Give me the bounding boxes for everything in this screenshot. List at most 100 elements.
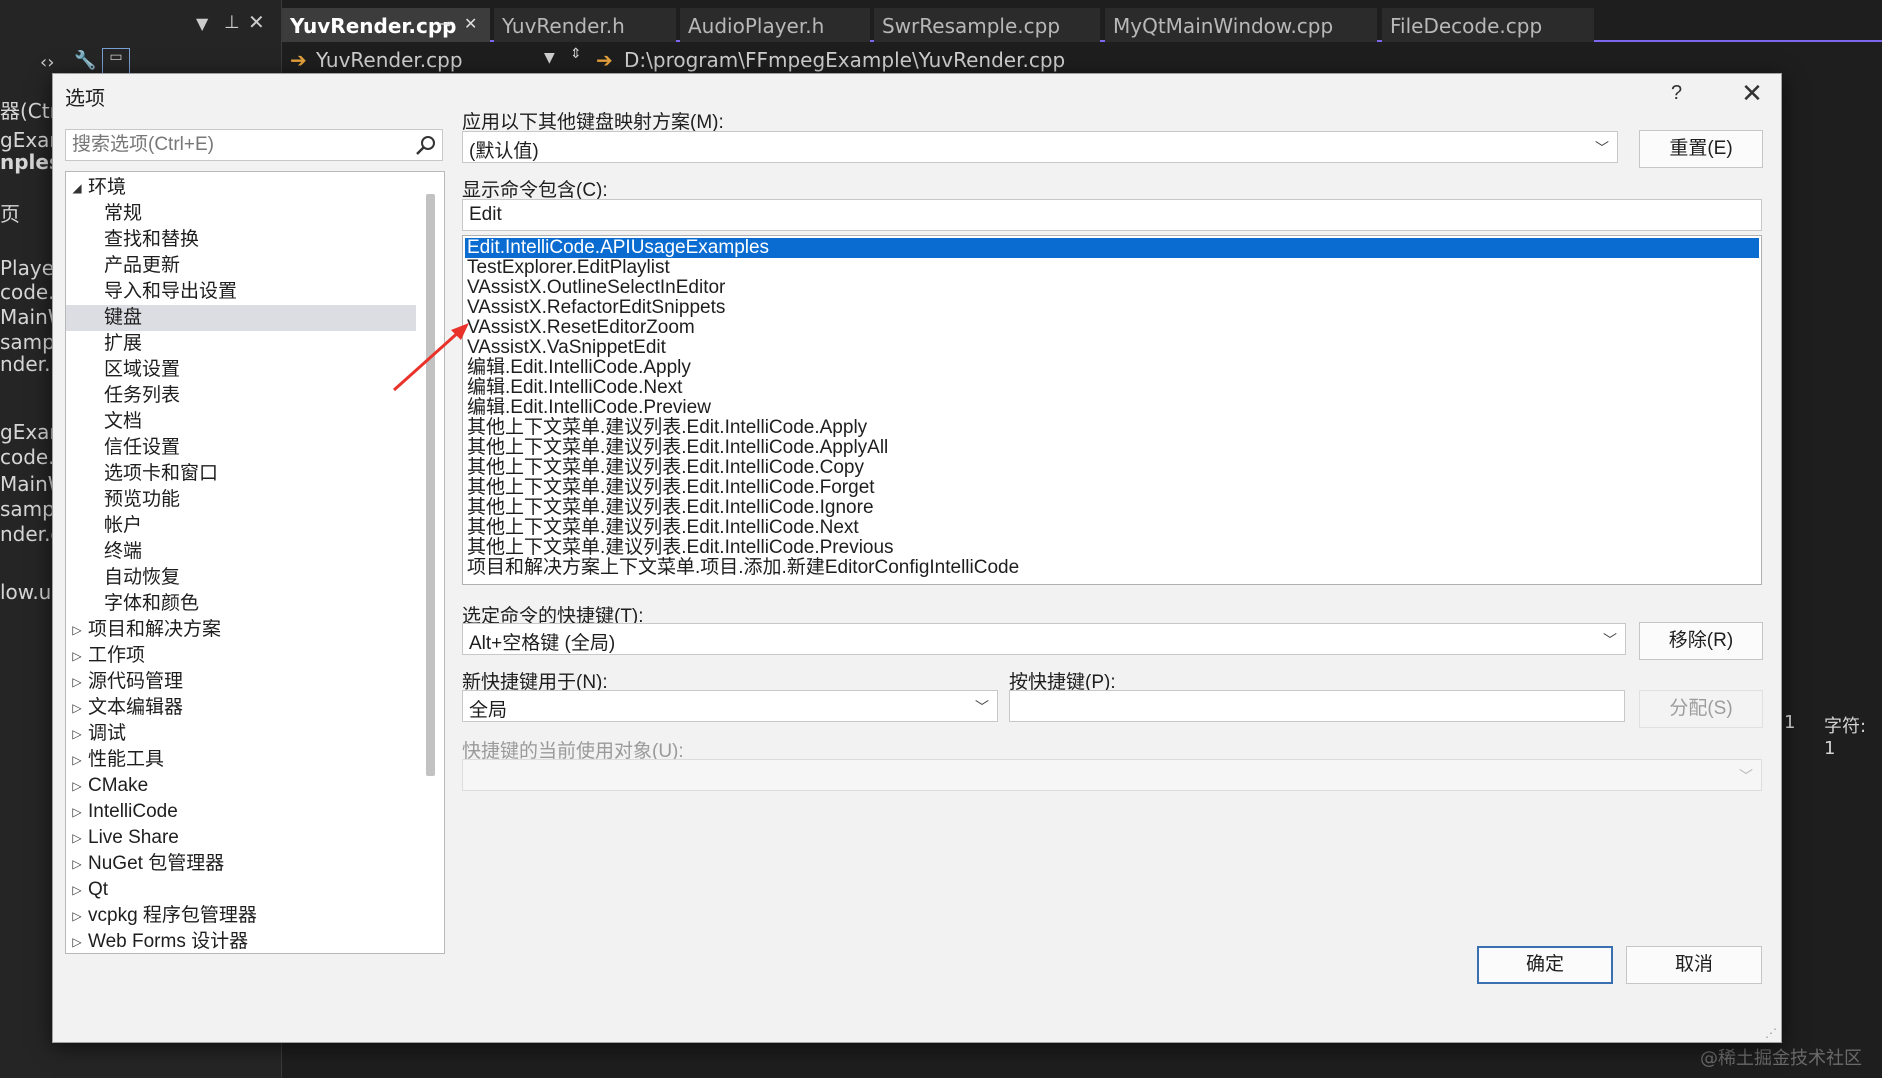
tree-item[interactable]: 终端 [66, 539, 416, 565]
command-item[interactable]: VAssistX.RefactorEditSnippets [465, 298, 1759, 318]
command-item[interactable]: 其他上下文菜单.建议列表.Edit.IntelliCode.Ignore [465, 498, 1759, 518]
close-icon[interactable]: ✕ [1737, 78, 1767, 108]
tree-category[interactable]: ▷ IntelliCode [66, 799, 416, 825]
tree-item[interactable]: 常规 [66, 201, 416, 227]
tree-item[interactable]: 帐户 [66, 513, 416, 539]
press-keys-input[interactable] [1016, 695, 1618, 717]
tree-scrollbar[interactable] [426, 194, 435, 776]
cancel-button[interactable]: 取消 [1626, 946, 1762, 984]
command-item[interactable]: 编辑.Edit.IntelliCode.Preview [465, 398, 1759, 418]
pin-icon[interactable]: ⊥ [224, 12, 240, 33]
tree-category[interactable]: ▷ Qt [66, 877, 416, 903]
command-item[interactable]: 其他上下文菜单.建议列表.Edit.IntelliCode.Apply [465, 418, 1759, 438]
command-item[interactable]: VAssistX.VaSnippetEdit [465, 338, 1759, 358]
collapsed-arrow-icon[interactable]: ▷ [70, 643, 84, 669]
tree-item[interactable]: 导入和导出设置 [66, 279, 416, 305]
nav-splitter-icon[interactable]: ⇕ [570, 46, 582, 62]
ok-button[interactable]: 确定 [1477, 946, 1613, 984]
help-button[interactable]: ? [1671, 82, 1682, 105]
tree-category[interactable]: ▷ Web Forms 设计器 [66, 929, 416, 953]
tree-category[interactable]: ▷ 工作项 [66, 643, 416, 669]
tree-item[interactable]: 产品更新 [66, 253, 416, 279]
tree-item[interactable]: 预览功能 [66, 487, 416, 513]
collapsed-arrow-icon[interactable]: ▷ [70, 773, 84, 799]
resize-grip-icon[interactable]: ⋰ [1765, 1026, 1777, 1040]
command-item[interactable]: 编辑.Edit.IntelliCode.Next [465, 378, 1759, 398]
show-commands-input[interactable] [469, 204, 1755, 226]
expanded-arrow-icon[interactable]: ◢ [70, 175, 84, 201]
tree-item[interactable]: 文档 [66, 409, 416, 435]
panel-dropdown-icon[interactable]: ▼ [196, 14, 208, 33]
tree-category[interactable]: ◢ 环境 [66, 175, 416, 201]
new-shortcut-scope-select[interactable]: 全局 ﹀ [462, 690, 998, 722]
tree-category[interactable]: ▷ Live Share [66, 825, 416, 851]
solution-explorer-item[interactable]: 页 [0, 198, 20, 227]
tree-category[interactable]: ▷ 调试 [66, 721, 416, 747]
tree-item[interactable]: 选项卡和窗口 [66, 461, 416, 487]
shortcut-select[interactable]: Alt+空格键 (全局) ﹀ [462, 623, 1626, 655]
wrench-icon[interactable]: 🔧 [74, 50, 96, 71]
collapsed-arrow-icon[interactable]: ▷ [70, 747, 84, 773]
tree-item[interactable]: 字体和颜色 [66, 591, 416, 617]
editor-tab[interactable]: AudioPlayer.h [680, 8, 870, 42]
command-item[interactable]: TestExplorer.EditPlaylist [465, 258, 1759, 278]
editor-tab[interactable]: SwrResample.cpp [874, 8, 1100, 42]
tree-category[interactable]: ▷ CMake [66, 773, 416, 799]
tree-category[interactable]: ▷ 性能工具 [66, 747, 416, 773]
editor-tab[interactable]: MyQtMainWindow.cpp [1105, 8, 1377, 42]
collapsed-arrow-icon[interactable]: ▷ [70, 617, 84, 643]
remove-button[interactable]: 移除(R) [1639, 622, 1763, 660]
command-item[interactable]: 项目和解决方案上下文菜单.项目.添加.新建EditorConfigIntelli… [465, 558, 1759, 578]
tab-pin-icon[interactable]: ⊸ [438, 14, 451, 33]
reset-button[interactable]: 重置(E) [1639, 130, 1763, 168]
search-input[interactable] [66, 130, 406, 160]
collapsed-arrow-icon[interactable]: ▷ [70, 877, 84, 903]
solution-explorer-item[interactable]: low.ui [0, 580, 57, 604]
tree-item[interactable]: 扩展 [66, 331, 416, 357]
tab-close-icon[interactable]: ✕ [464, 14, 477, 33]
tree-item[interactable]: 信任设置 [66, 435, 416, 461]
editor-tab[interactable]: FileDecode.cpp [1382, 8, 1594, 42]
preview-icon[interactable]: ▭ [102, 48, 130, 74]
editor-tab[interactable]: YuvRender.cpp ⊸ ✕ [282, 8, 490, 42]
tree-category[interactable]: ▷ 源代码管理 [66, 669, 416, 695]
tree-category[interactable]: ▷ NuGet 包管理器 [66, 851, 416, 877]
command-item[interactable]: 其他上下文菜单.建议列表.Edit.IntelliCode.Previous [465, 538, 1759, 558]
command-item[interactable]: VAssistX.OutlineSelectInEditor [465, 278, 1759, 298]
panel-close-icon[interactable]: ✕ [248, 10, 265, 34]
tree-item[interactable]: 区域设置 [66, 357, 416, 383]
collapsed-arrow-icon[interactable]: ▷ [70, 903, 84, 929]
nav-file-combo[interactable]: YuvRender.cpp [316, 48, 463, 72]
command-item[interactable]: 其他上下文菜单.建议列表.Edit.IntelliCode.Copy [465, 458, 1759, 478]
tree-item[interactable]: 自动恢复 [66, 565, 416, 591]
tree-item[interactable]: 查找和替换 [66, 227, 416, 253]
current-usage-select[interactable]: ﹀ [462, 759, 1762, 791]
tree-category[interactable]: ▷ 项目和解决方案 [66, 617, 416, 643]
collapsed-arrow-icon[interactable]: ▷ [70, 825, 84, 851]
search-icon[interactable] [414, 133, 438, 157]
collapsed-arrow-icon[interactable]: ▷ [70, 721, 84, 747]
tree-category[interactable]: ▷ vcpkg 程序包管理器 [66, 903, 416, 929]
editor-tab[interactable]: YuvRender.h [494, 8, 676, 42]
collapsed-arrow-icon[interactable]: ▷ [70, 695, 84, 721]
tree-label: 环境 [88, 177, 127, 198]
collapsed-arrow-icon[interactable]: ▷ [70, 851, 84, 877]
command-item[interactable]: 其他上下文菜单.建议列表.Edit.IntelliCode.Forget [465, 478, 1759, 498]
command-item[interactable]: VAssistX.ResetEditorZoom [465, 318, 1759, 338]
assign-button[interactable]: 分配(S) [1639, 690, 1763, 728]
command-item[interactable]: Edit.IntelliCode.APIUsageExamples [465, 238, 1759, 258]
command-item[interactable]: 其他上下文菜单.建议列表.Edit.IntelliCode.Next [465, 518, 1759, 538]
solution-explorer-item[interactable]: 器(Ctr [0, 95, 58, 124]
mapping-scheme-select[interactable]: (默认值) ﹀ [462, 131, 1618, 163]
tree-category[interactable]: ▷ 文本编辑器 [66, 695, 416, 721]
nav-chevron-icon[interactable]: ▼ [544, 50, 555, 66]
tree-item[interactable]: 键盘 [66, 305, 416, 331]
tree-item[interactable]: 任务列表 [66, 383, 416, 409]
collapsed-arrow-icon[interactable]: ▷ [70, 929, 84, 953]
command-item[interactable]: 其他上下文菜单.建议列表.Edit.IntelliCode.ApplyAll [465, 438, 1759, 458]
commands-list[interactable]: Edit.IntelliCode.APIUsageExamples TestExp… [462, 235, 1762, 585]
code-view-icon[interactable]: ‹› [40, 52, 54, 73]
collapsed-arrow-icon[interactable]: ▷ [70, 669, 84, 695]
command-item[interactable]: 编辑.Edit.IntelliCode.Apply [465, 358, 1759, 378]
collapsed-arrow-icon[interactable]: ▷ [70, 799, 84, 825]
